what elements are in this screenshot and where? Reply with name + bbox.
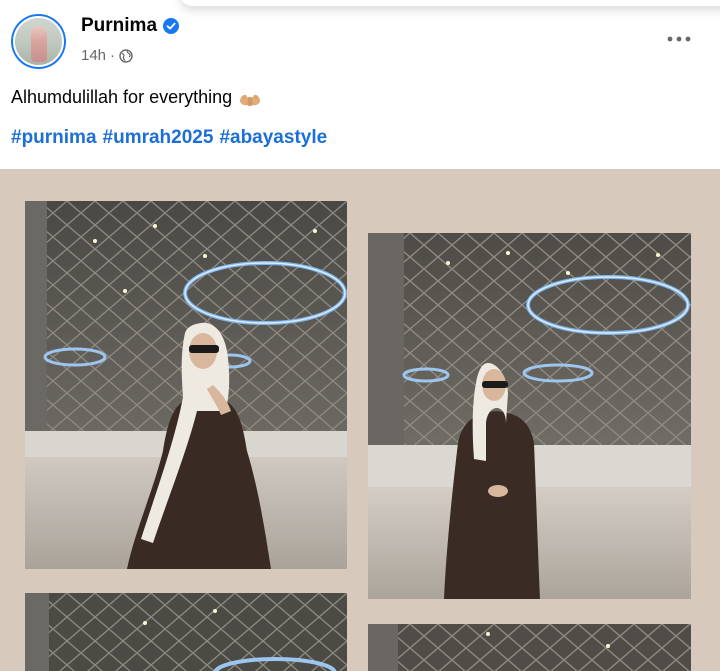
hashtag-purnima[interactable]: #purnima [11, 127, 97, 149]
post-time[interactable]: 14h [81, 47, 106, 64]
post-caption: Alhumdulillah for everything [11, 87, 262, 108]
verified-badge-icon [163, 18, 180, 34]
caption-text: Alhumdulillah for everything [11, 87, 233, 107]
avatar-figure [31, 26, 47, 62]
facebook-post: Purnima 14h · Alhumdulillah for everythi… [0, 0, 720, 671]
author-name[interactable]: Purnima [81, 15, 157, 37]
photo-mosque-ceiling-partial [368, 624, 691, 671]
photo-woman-abaya-hand-raised [25, 201, 347, 569]
avatar-photo [13, 16, 64, 67]
photo-4[interactable] [368, 624, 691, 671]
photo-woman-abaya-standing [368, 233, 691, 599]
meta-separator: · [110, 47, 116, 64]
photo-2[interactable] [368, 233, 691, 599]
post-meta: 14h · [81, 47, 133, 64]
more-options-button[interactable] [664, 26, 694, 52]
globe-icon[interactable] [119, 48, 133, 63]
author-row: Purnima [81, 15, 180, 37]
hashtag-list: #purnima #umrah2025 #abayastyle [11, 127, 327, 149]
photo-mosque-ceiling-partial [25, 593, 347, 671]
hashtag-abayastyle[interactable]: #abayastyle [219, 127, 327, 149]
top-overlay-shadow [180, 0, 720, 6]
photo-1[interactable] [25, 201, 347, 569]
avatar[interactable] [11, 14, 66, 69]
hashtag-umrah2025[interactable]: #umrah2025 [103, 127, 214, 149]
photo-gallery [0, 169, 720, 671]
praying-hands-emoji [240, 94, 261, 106]
photo-3[interactable] [25, 593, 347, 671]
more-options-icon [667, 36, 691, 42]
